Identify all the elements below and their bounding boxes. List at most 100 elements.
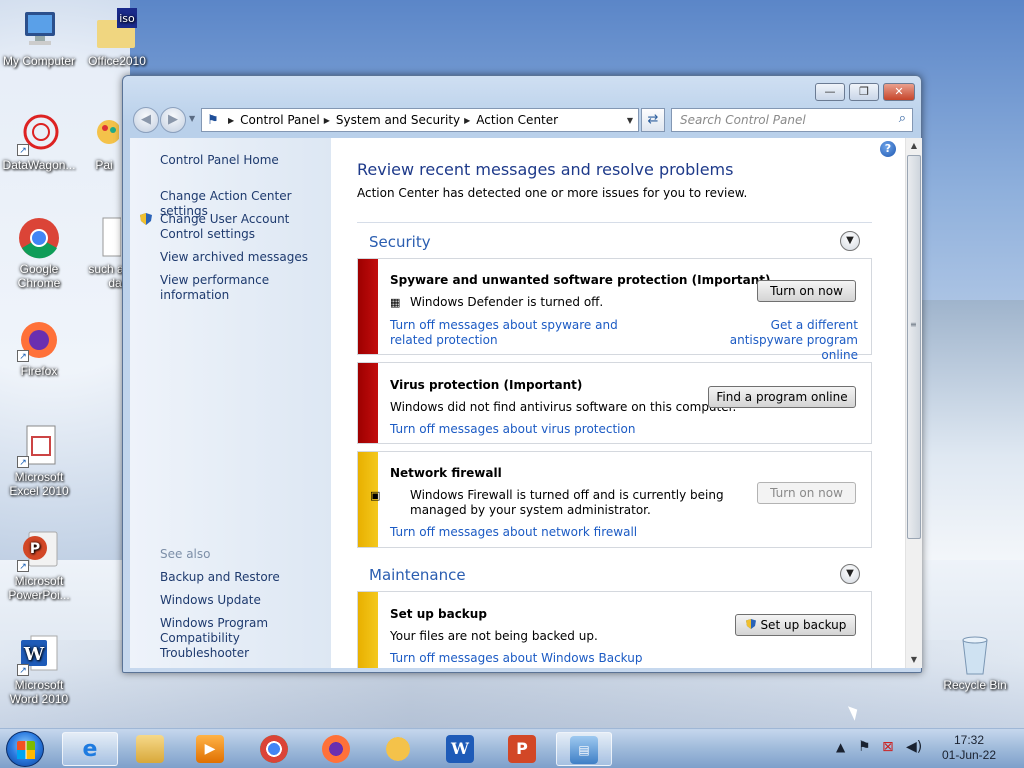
breadcrumb-system-and-security[interactable]: System and Security [336, 113, 460, 127]
find-program-online-button[interactable]: Find a program online [708, 386, 856, 408]
windows-defender-icon: ▦ [390, 296, 401, 309]
shortcut-arrow-icon: ↗ [17, 560, 29, 572]
tray-action-center-icon[interactable]: ⚑ [858, 739, 871, 768]
taskbar-firefox[interactable] [308, 732, 364, 766]
breadcrumb-separator-icon[interactable]: ▶ [324, 116, 330, 125]
breadcrumb-control-panel[interactable]: Control Panel [240, 113, 320, 127]
maintenance-collapse-button[interactable]: ▼ [840, 564, 860, 584]
link-turn-off-backup-messages[interactable]: Turn off messages about Windows Backup [390, 651, 642, 666]
alert-card-backup: Set up backup Your files are not being b… [357, 591, 872, 668]
scroll-up-arrow-icon[interactable]: ▲ [906, 138, 922, 154]
shortcut-arrow-icon: ↗ [17, 664, 29, 676]
powerpoint-icon: P [508, 735, 536, 763]
desktop-icon-paint[interactable]: Pai [84, 112, 124, 172]
sidebar-link-control-panel-home[interactable]: Control Panel Home [160, 153, 279, 168]
chevron-down-icon[interactable]: ▼ [622, 116, 638, 125]
desktop-icon-recycle-bin[interactable]: Recycle Bin [936, 632, 1014, 692]
alert-message: Your files are not being backed up. [390, 629, 598, 643]
taskbar-media-player[interactable]: ▶ [182, 732, 238, 766]
address-bar[interactable]: ⚑ ▶ Control Panel ▶ System and Security … [201, 108, 639, 132]
link-get-antispyware-program[interactable]: Get a different antispyware program onli… [698, 318, 858, 363]
breadcrumb-separator-icon[interactable]: ▶ [228, 116, 234, 125]
vertical-scrollbar[interactable]: ▲ ≡ ▼ [905, 138, 922, 668]
tray-volume-icon[interactable]: ◀) [906, 739, 922, 768]
windows-logo-icon [17, 750, 35, 759]
turn-on-now-button-disabled[interactable]: Turn on now [757, 482, 856, 504]
alert-card-firewall: Network firewall ▣ Windows Firewall is tu… [357, 451, 872, 548]
alert-message: ▣ Windows Firewall is turned off and is c… [370, 488, 724, 517]
desktop-icon-firefox[interactable]: ↗ Firefox [0, 318, 78, 378]
taskbar-paint[interactable] [370, 732, 426, 766]
link-turn-off-virus-messages[interactable]: Turn off messages about virus protection [390, 422, 635, 437]
sidebar-link-backup-and-restore[interactable]: Backup and Restore [160, 570, 280, 585]
svg-text:iso: iso [119, 12, 135, 25]
search-input[interactable]: Search Control Panel ⌕ [671, 108, 913, 132]
iso-folder-icon: iso [95, 8, 139, 52]
sidebar-link-windows-update[interactable]: Windows Update [160, 593, 261, 608]
desktop-hill-background [920, 300, 1024, 560]
desktop-icon-label: Microsoft Excel 2010 [9, 470, 69, 498]
show-hidden-icons-button[interactable]: ▲ [836, 740, 845, 768]
link-turn-off-spyware-messages[interactable]: Turn off messages about spyware and rela… [390, 318, 650, 348]
desktop-icon-label: Google Chrome [17, 262, 61, 290]
refresh-button[interactable]: ⇄ [641, 108, 665, 132]
desktop-icon-my-computer[interactable]: My Computer [0, 8, 78, 68]
taskbar-powerpoint[interactable]: P [494, 732, 550, 766]
start-button[interactable] [6, 731, 44, 767]
word-icon: W ↗ [17, 632, 61, 676]
taskbar-windows-explorer[interactable] [122, 732, 178, 766]
alert-message: Windows did not find antivirus software … [390, 400, 737, 414]
scroll-grip-icon: ≡ [910, 320, 917, 329]
desktop-icon-document[interactable]: such a da [88, 216, 124, 290]
section-title-security: Security [369, 233, 431, 251]
system-clock[interactable]: 17:32 01-Jun-22 [930, 733, 1008, 763]
section-title-maintenance: Maintenance [369, 566, 466, 584]
minimize-button[interactable]: — [815, 83, 845, 101]
taskbar-internet-explorer[interactable]: e [62, 732, 118, 766]
alert-card-virus: Virus protection (Important) Windows did… [357, 362, 872, 444]
desktop-icon-word[interactable]: W ↗ Microsoft Word 2010 [0, 632, 78, 706]
uac-shield-icon [745, 618, 757, 632]
desktop-icon-label: such a [88, 262, 124, 276]
close-button[interactable]: ✕ [883, 83, 915, 101]
taskbar-action-center[interactable]: ▤ [556, 732, 612, 766]
desktop-icon-office2010[interactable]: iso Office2010 [78, 8, 156, 68]
breadcrumb-action-center[interactable]: Action Center [476, 113, 558, 127]
taskbar: e ▶ W P ▤ ▲ ⚑ ⊠ ◀) 17:32 01-Jun-22 [0, 728, 1024, 768]
sidebar-link-view-performance-information[interactable]: View performance information [160, 273, 331, 303]
forward-button[interactable]: ▶ [160, 107, 186, 133]
sidebar-link-view-archived-messages[interactable]: View archived messages [160, 250, 308, 265]
powerpoint-icon: P ↗ [17, 528, 61, 572]
security-collapse-button[interactable]: ▼ [840, 231, 860, 251]
desktop-icon-google-chrome[interactable]: Google Chrome [0, 216, 78, 290]
back-button[interactable]: ◀ [133, 107, 159, 133]
sidebar-link-change-uac-settings[interactable]: Change User Account Control settings [160, 212, 330, 242]
folder-icon [136, 735, 164, 763]
maximize-button[interactable]: ❐ [849, 83, 879, 101]
taskbar-word[interactable]: W [432, 732, 488, 766]
help-icon[interactable]: ? [880, 141, 896, 157]
scroll-down-arrow-icon[interactable]: ▼ [906, 652, 922, 668]
sidebar-link-compatibility-troubleshooter[interactable]: Windows Program Compatibility Troublesho… [160, 616, 330, 661]
severity-stripe-critical [358, 363, 378, 443]
search-icon[interactable]: ⌕ [899, 111, 906, 126]
clock-date: 01-Jun-22 [941, 748, 997, 762]
alert-title: Network firewall [390, 466, 502, 480]
desktop-icon-excel[interactable]: ↗ Microsoft Excel 2010 [0, 424, 78, 498]
desktop-icon-label: DataWagon... [2, 158, 76, 172]
arrow-right-icon: ▶ [168, 112, 178, 127]
breadcrumb-separator-icon[interactable]: ▶ [464, 116, 470, 125]
desktop-icon-datawagon[interactable]: ↗ DataWagon... [0, 112, 78, 172]
scroll-thumb[interactable] [907, 155, 921, 539]
page-subtitle: Action Center has detected one or more i… [357, 186, 748, 200]
turn-on-now-button[interactable]: Turn on now [757, 280, 856, 302]
desktop-icon-powerpoint[interactable]: P ↗ Microsoft PowerPoi... [0, 528, 78, 602]
taskbar-google-chrome[interactable] [246, 732, 302, 766]
chrome-icon [17, 216, 61, 260]
svg-text:P: P [30, 541, 40, 557]
link-turn-off-firewall-messages[interactable]: Turn off messages about network firewall [390, 525, 637, 540]
desktop-icon-label: Microsoft PowerPoi... [8, 574, 70, 602]
set-up-backup-button[interactable]: Set up backup [735, 614, 856, 636]
tray-network-disconnected-icon[interactable]: ⊠ [882, 739, 894, 768]
recent-pages-dropdown[interactable]: ▼ [189, 114, 195, 123]
